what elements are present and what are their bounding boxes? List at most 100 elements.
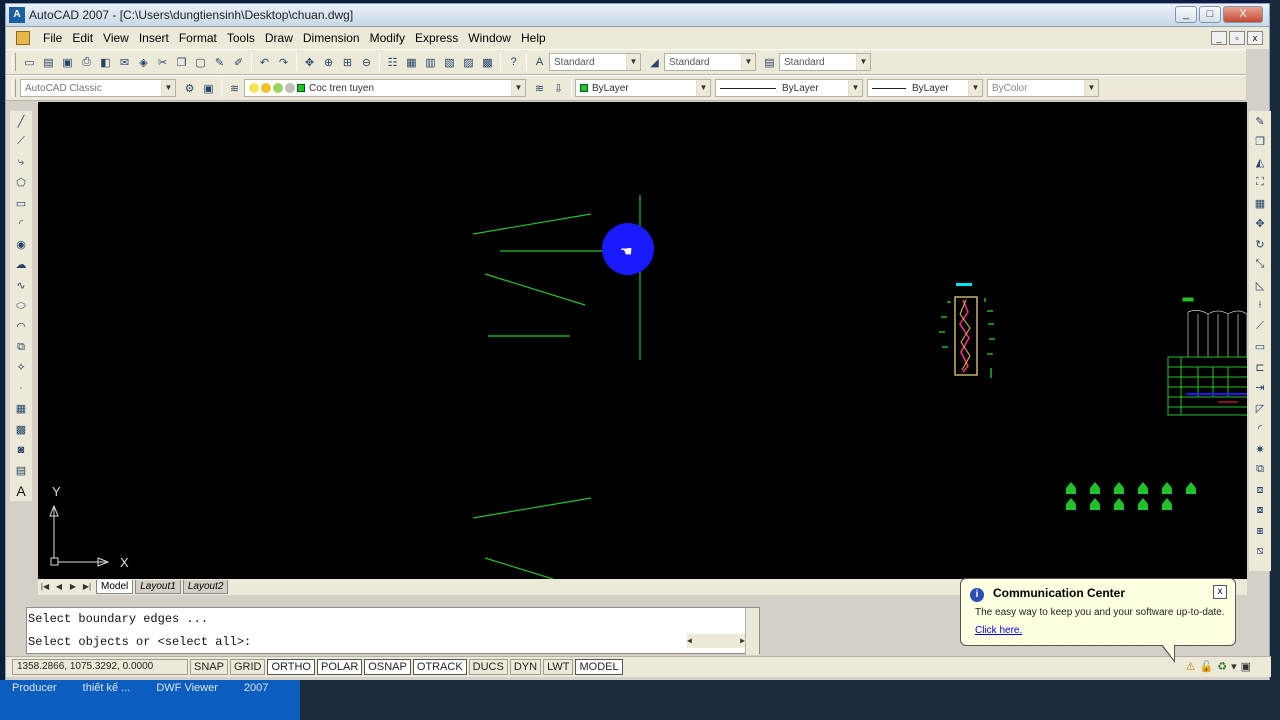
revision-cloud-icon[interactable]: ☁	[12, 255, 31, 276]
cut-icon[interactable]: ✂	[153, 53, 172, 71]
layer-previous-icon[interactable]: ⇩	[549, 79, 568, 97]
bring-above-icon[interactable]: ⧆	[1251, 521, 1270, 542]
ortho-toggle[interactable]: ORTHO	[267, 659, 315, 675]
taskbar-item-thiet-ke[interactable]: thiết kế ...	[83, 682, 131, 694]
erase-icon[interactable]: ✎	[1251, 111, 1270, 132]
plot-preview-icon[interactable]: ◧	[96, 53, 115, 71]
doc-minimize-button[interactable]: _	[1211, 31, 1227, 45]
move-icon[interactable]: ✥	[1251, 214, 1270, 235]
mirror-icon[interactable]: ◭	[1251, 152, 1270, 173]
ellipse-arc-icon[interactable]: ◠	[12, 316, 31, 337]
offset-icon[interactable]: ⛶	[1251, 173, 1270, 194]
scale-icon[interactable]: ⤡	[1251, 255, 1270, 276]
chamfer-icon[interactable]: ◸	[1251, 398, 1270, 419]
tab-model[interactable]: Model	[96, 580, 134, 594]
document-icon[interactable]	[16, 31, 30, 45]
extend-icon[interactable]: ⟋	[1251, 316, 1270, 337]
communication-center-icon[interactable]: ♻	[1217, 660, 1227, 673]
tab-layout2[interactable]: Layout2	[182, 580, 229, 594]
region-icon[interactable]: ◙	[12, 440, 31, 461]
linetype-select[interactable]: ByLayer ▼	[715, 79, 863, 97]
save-icon[interactable]: ▣	[58, 53, 77, 71]
circle-icon[interactable]: ◉	[12, 234, 31, 255]
line-icon[interactable]: ╱	[12, 111, 31, 132]
tool-palettes-icon[interactable]: ▥	[421, 53, 440, 71]
ellipse-icon[interactable]: ⬭	[12, 296, 31, 317]
taskbar-item-producer[interactable]: Producer	[12, 682, 57, 694]
dyn-toggle[interactable]: DYN	[509, 659, 542, 675]
tray-menu-icon[interactable]: ▾	[1231, 660, 1237, 673]
command-scrollbar[interactable]	[745, 608, 759, 655]
point-icon[interactable]: ·	[12, 378, 31, 399]
plot-icon[interactable]: ⎙	[77, 53, 96, 71]
insert-block-icon[interactable]: ⧉	[12, 337, 31, 358]
command-prompt[interactable]: Select objects or <select all>:	[27, 631, 759, 654]
taskbar-item-2007[interactable]: 2007	[244, 682, 268, 694]
zoom-window-icon[interactable]: ⊞	[338, 53, 357, 71]
undo-icon[interactable]: ↶	[255, 53, 274, 71]
draw-order-icon[interactable]: ⧉	[1251, 460, 1270, 481]
stretch-icon[interactable]: ◺	[1251, 275, 1270, 296]
menu-draw[interactable]: Draw	[260, 31, 298, 45]
explode-icon[interactable]: ✷	[1251, 439, 1270, 460]
workspace-settings-icon[interactable]: ⚙	[180, 79, 199, 97]
send-under-icon[interactable]: ⧅	[1251, 542, 1270, 563]
layer-select[interactable]: Coc tren tuyen ▼	[244, 79, 526, 97]
grid-toggle[interactable]: GRID	[229, 659, 266, 675]
construction-line-icon[interactable]: ⟋	[12, 132, 31, 153]
copy-icon[interactable]: ❐	[172, 53, 191, 71]
workspace-select[interactable]: AutoCAD Classic ▼	[20, 79, 176, 97]
pan-icon[interactable]: ✥	[300, 53, 319, 71]
last-tab-icon[interactable]: ▶|	[80, 580, 94, 594]
table-icon[interactable]: ▤	[12, 460, 31, 481]
zoom-realtime-icon[interactable]: ⊕	[319, 53, 338, 71]
dim-style-select[interactable]: Standard ▼	[664, 53, 756, 71]
break-at-point-icon[interactable]: ▭	[1251, 337, 1270, 358]
my-workspace-icon[interactable]: ▣	[199, 79, 218, 97]
doc-close-button[interactable]: x	[1247, 31, 1263, 45]
dim-style-icon[interactable]: ◢	[645, 53, 664, 71]
plotstyle-select[interactable]: ByColor ▼	[987, 79, 1099, 97]
layer-manager-icon[interactable]: ≋	[225, 79, 244, 97]
zoom-previous-icon[interactable]: ⊖	[357, 53, 376, 71]
polar-toggle[interactable]: POLAR	[317, 659, 363, 675]
lwt-toggle[interactable]: LWT	[543, 659, 574, 675]
table-style-icon[interactable]: ▤	[760, 53, 779, 71]
3d-dwf-icon[interactable]: ◈	[134, 53, 153, 71]
color-select[interactable]: ByLayer ▼	[575, 79, 711, 97]
break-icon[interactable]: ⊏	[1251, 357, 1270, 378]
lineweight-select[interactable]: ByLayer ▼	[867, 79, 983, 97]
toolbar-grip[interactable]	[12, 79, 16, 97]
polygon-icon[interactable]: ⬠	[12, 173, 31, 194]
menu-help[interactable]: Help	[516, 31, 551, 45]
menu-modify[interactable]: Modify	[365, 31, 410, 45]
block-editor-icon[interactable]: ✐	[229, 53, 248, 71]
clean-screen-icon[interactable]: ▣	[1241, 660, 1251, 673]
menu-format[interactable]: Format	[174, 31, 222, 45]
menu-insert[interactable]: Insert	[134, 31, 174, 45]
prev-tab-icon[interactable]: ◀	[52, 580, 66, 594]
trim-icon[interactable]: ⟊	[1251, 296, 1270, 317]
maximize-button[interactable]: □	[1199, 6, 1221, 23]
hatch-icon[interactable]: ▦	[12, 398, 31, 419]
ducs-toggle[interactable]: DUCS	[468, 659, 508, 675]
multiline-text-icon[interactable]: A	[12, 481, 31, 502]
drawing-canvas[interactable]: ☚ X Y	[38, 102, 1247, 579]
command-hscrollbar[interactable]: ◀ ▶	[687, 634, 745, 648]
redo-icon[interactable]: ↷	[274, 53, 293, 71]
close-button[interactable]: X	[1223, 6, 1263, 23]
next-tab-icon[interactable]: ▶	[66, 580, 80, 594]
design-center-icon[interactable]: ▦	[402, 53, 421, 71]
properties-icon[interactable]: ☷	[383, 53, 402, 71]
autocad-app-icon[interactable]: A	[9, 7, 25, 23]
sheet-set-icon[interactable]: ▧	[440, 53, 459, 71]
osnap-toggle[interactable]: OSNAP	[364, 659, 411, 675]
help-icon[interactable]: ?	[504, 53, 523, 71]
menu-edit[interactable]: Edit	[67, 31, 98, 45]
markup-icon[interactable]: ▨	[459, 53, 478, 71]
copy-object-icon[interactable]: ❐	[1251, 132, 1270, 153]
make-current-layer-icon[interactable]: ≋	[530, 79, 549, 97]
snap-toggle[interactable]: SNAP	[190, 659, 228, 675]
rotate-icon[interactable]: ↻	[1251, 234, 1270, 255]
arc-icon[interactable]: ◜	[12, 214, 31, 235]
